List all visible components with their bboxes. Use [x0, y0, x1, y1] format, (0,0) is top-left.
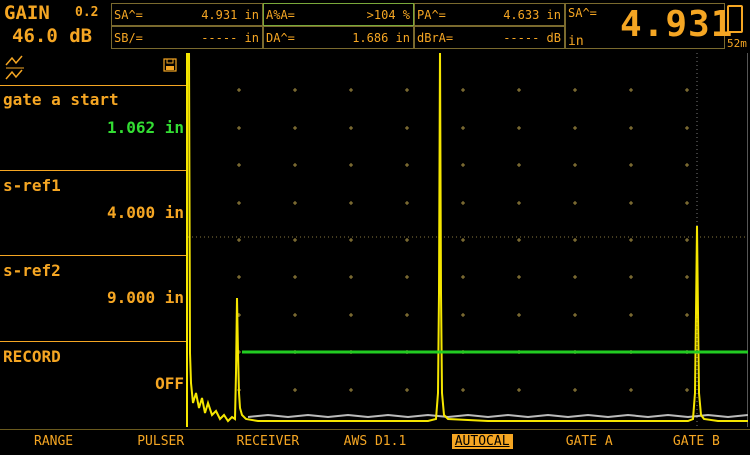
readout-label: A%A=	[266, 8, 295, 22]
softkey-gate-b[interactable]: GATE B	[643, 430, 750, 455]
a-scan-plot	[188, 48, 750, 427]
param-value: OFF	[155, 374, 184, 393]
param-gate-a-start[interactable]: gate a start 1.062 in	[0, 85, 186, 170]
battery-icon	[727, 5, 743, 33]
parameter-panel: gate a start 1.062 in s-ref1 4.000 in s-…	[0, 53, 186, 429]
big-readout-label: SA^=	[568, 6, 597, 20]
readout-value: 1.686 in	[352, 31, 410, 45]
baseline-noise	[247, 413, 749, 419]
floppy-disk-icon[interactable]	[163, 57, 177, 72]
param-record[interactable]: RECORD OFF	[0, 341, 186, 429]
readout-label: PA^=	[417, 8, 446, 22]
readout-value: 4.931 in	[201, 8, 259, 22]
softkey-range[interactable]: RANGE	[0, 430, 107, 455]
readout-label: SB/=	[114, 31, 143, 45]
gain-step: 0.2	[75, 5, 99, 20]
readout-value: ----- in	[201, 31, 259, 45]
param-s-ref2[interactable]: s-ref2 9.000 in	[0, 255, 186, 341]
softkey-label: AUTOCAL	[451, 434, 513, 449]
readout-sa: SA^= 4.931 in	[111, 3, 263, 26]
readout-value: ----- dB	[503, 31, 561, 45]
readout-dbra: dBrA= ----- dB	[414, 26, 565, 49]
softkey-autocal[interactable]: AUTOCAL	[429, 430, 536, 455]
battery-time: 52m	[727, 37, 747, 50]
param-label: gate a start	[3, 90, 119, 109]
big-readout-value: 4.931	[620, 4, 734, 45]
softkey-bar: RANGE PULSER RECEIVER AWS D1.1 AUTOCAL G…	[0, 429, 750, 455]
readout-label: dBrA=	[417, 31, 454, 45]
rectify-icon[interactable]	[4, 55, 26, 81]
softkey-pulser[interactable]: PULSER	[107, 430, 214, 455]
softkey-aws-d1-1[interactable]: AWS D1.1	[321, 430, 428, 455]
readout-sb: SB/= ----- in	[111, 26, 263, 49]
grid	[237, 88, 689, 392]
param-label: s-ref1	[3, 176, 61, 195]
softkey-receiver[interactable]: RECEIVER	[214, 430, 321, 455]
param-value: 1.062 in	[106, 118, 184, 137]
softkey-label: AWS D1.1	[343, 434, 407, 449]
param-label: s-ref2	[3, 261, 61, 280]
readout-amplitude: A%A= >104 %	[263, 3, 414, 26]
softkey-label: GATE A	[565, 434, 613, 449]
softkey-gate-a[interactable]: GATE A	[536, 430, 643, 455]
param-value: 4.000 in	[106, 203, 184, 222]
param-label: RECORD	[3, 347, 61, 366]
gain-box[interactable]: GAIN 0.2 46.0 dB	[0, 0, 110, 50]
gain-value: 46.0 dB	[12, 25, 93, 47]
readout-label: SA^=	[114, 8, 143, 22]
readout-label: DA^=	[266, 31, 295, 45]
param-s-ref1[interactable]: s-ref1 4.000 in	[0, 170, 186, 255]
softkey-label: GATE B	[672, 434, 720, 449]
readout-value: 4.633 in	[503, 8, 561, 22]
softkey-label: RANGE	[34, 434, 74, 449]
big-readout-unit: in	[568, 34, 584, 49]
softkey-label: PULSER	[137, 434, 185, 449]
softkey-label: RECEIVER	[236, 434, 300, 449]
gain-label: GAIN	[4, 2, 50, 24]
param-value: 9.000 in	[106, 288, 184, 307]
readout-pa: PA^= 4.633 in	[414, 3, 565, 26]
readout-value: >104 %	[366, 8, 410, 22]
readout-da: DA^= 1.686 in	[263, 26, 414, 49]
a-scan-display[interactable]	[186, 48, 750, 427]
